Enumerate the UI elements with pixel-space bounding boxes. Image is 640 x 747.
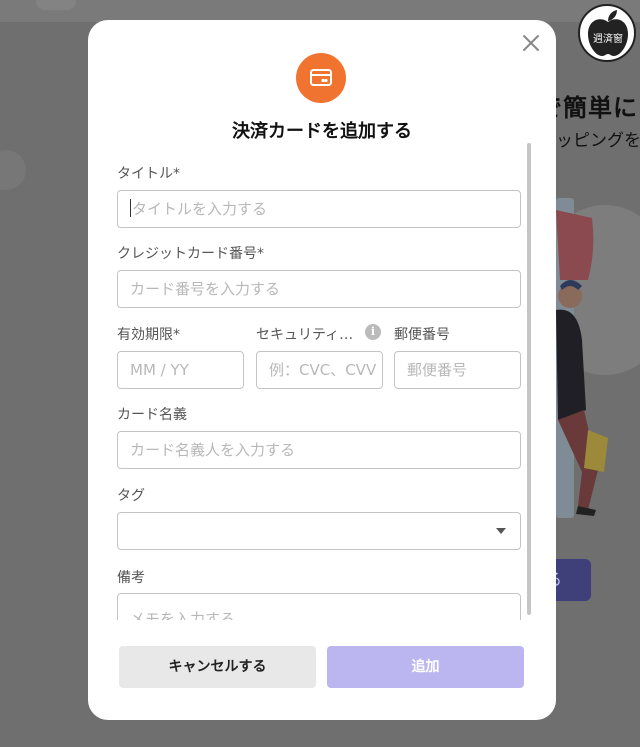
tag-select[interactable] [117,512,521,550]
cardholder-input[interactable]: カード名義人を入力する [117,431,521,469]
form-scroll-area[interactable]: タイトル* タイトルを入力する クレジットカード番号* カード番号を入力する 有… [88,148,556,620]
card-number-input[interactable]: カード番号を入力する [117,270,521,308]
brand-logo-text: 週済窗 [593,32,623,45]
security-code-placeholder: 例：CVC、CVV [269,361,377,379]
add-button[interactable]: 追加 [327,646,524,688]
cardholder-label: カード名義 [117,407,187,423]
title-placeholder: タイトルを入力する [132,200,268,218]
notes-textarea[interactable]: メモを入力する [117,593,521,620]
postal-code-label: 郵便番号 [394,327,450,343]
header-card-badge [296,53,346,103]
postal-code-placeholder: 郵便番号 [407,361,468,379]
background-topbar [0,0,640,22]
chevron-down-icon [496,528,506,534]
background-subheadline: ッピングを [556,131,640,151]
dialog-title: 決済カードを追加する [232,121,412,142]
title-input[interactable]: タイトルを入力する [117,190,521,228]
background-pill [36,0,76,10]
title-label: タイトル* [117,166,180,182]
security-code-input[interactable]: 例：CVC、CVV [256,351,383,389]
close-icon[interactable] [520,32,542,54]
text-cursor [130,199,131,217]
cancel-button[interactable]: キャンセルする [119,646,316,688]
card-number-placeholder: カード番号を入力する [130,280,281,298]
card-number-label: クレジットカード番号* [117,246,264,262]
add-payment-card-dialog: 決済カードを追加する タイトル* タイトルを入力する クレジットカード番号* カ… [88,20,556,720]
security-code-label: セキュリティ… [256,327,354,343]
expiry-placeholder: MM / YY [130,361,189,379]
notes-placeholder: メモを入力する [130,610,236,620]
postal-code-input[interactable]: 郵便番号 [394,351,521,389]
expiry-input[interactable]: MM / YY [117,351,244,389]
shopper-illustration [556,210,608,516]
scrollbar[interactable] [527,143,531,615]
expiry-label: 有効期限* [117,327,180,343]
background-decoration [0,150,26,190]
notes-label: 備考 [117,570,145,586]
brand-logo: 週済窗 [578,4,636,62]
credit-card-icon [310,69,332,86]
cardholder-placeholder: カード名義人を入力する [130,441,296,459]
tag-label: タグ [117,488,145,504]
info-icon[interactable]: i [365,324,381,340]
